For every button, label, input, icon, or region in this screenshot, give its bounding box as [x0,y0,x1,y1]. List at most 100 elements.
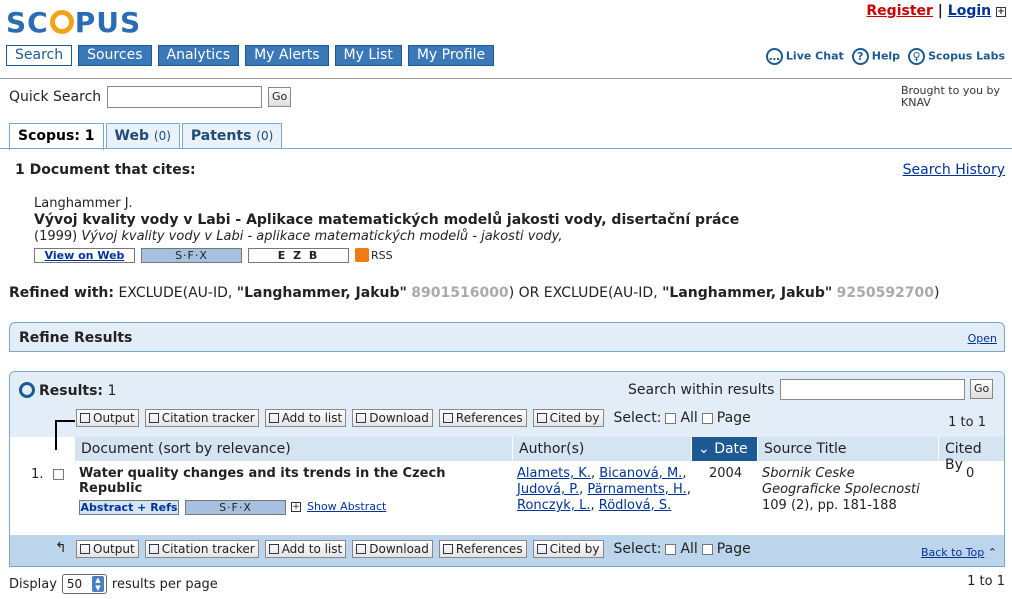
output-button[interactable]: Output [76,540,139,558]
arrow-up-icon: ↰ [55,540,67,556]
references-button[interactable]: References [438,409,527,427]
row-number: 1. [31,467,44,482]
row-authors: Alamets, K., Bicanová, M., Judová, P., P… [517,466,691,513]
references-icon [442,413,453,423]
select-all-checkbox[interactable] [665,412,677,424]
search-within-label: Search within results [628,382,775,398]
nav-sources[interactable]: Sources [78,45,152,66]
scopus-logo: SC PUS [6,6,142,39]
result-tabs: Scopus: 1 Web (0) Patents (0) [9,123,283,150]
download-button[interactable]: Download [352,540,433,558]
tracker-icon [148,413,159,423]
output-button[interactable]: Output [76,409,139,427]
tab-patents[interactable]: Patents (0) [181,123,283,149]
display-per-page: Display 50 ▲ ▼ results per page [9,574,218,594]
chat-icon: … [765,48,783,65]
view-on-web-button[interactable]: View on Web [34,248,135,263]
sfx-button[interactable]: S·F·X [141,248,242,263]
col-authors[interactable]: Author(s) [512,437,691,461]
author-link[interactable]: Judová, P. [517,482,579,497]
row-title[interactable]: Water quality changes and its trends in … [79,466,509,496]
row-source: Sbornik Ceske Geograficke Spolecnosti 109… [762,466,920,513]
row-date: 2004 [709,466,743,481]
citation-tracker-button[interactable]: Citation tracker [144,409,259,427]
nav-my-list[interactable]: My List [334,45,402,66]
tab-divider [0,148,1012,149]
arrow-down-icon [55,420,57,450]
download-button[interactable]: Download [352,409,433,427]
results-column-header: Document (sort by relevance) Author(s) ⌄… [75,437,1004,473]
col-cited-by[interactable]: Cited By [938,437,1004,473]
per-page-select[interactable]: 50 ▲ ▼ [61,574,107,594]
col-source[interactable]: Source Title [757,437,938,461]
nav-my-alerts[interactable]: My Alerts [245,45,329,66]
expand-icon[interactable]: + [996,7,1006,17]
results-toolbar-bottom: Output Citation tracker Add to list Down… [76,540,751,558]
add-icon [268,413,279,423]
header-divider [0,78,1012,79]
search-within-go-button[interactable]: Go [970,379,994,399]
select-all-checkbox[interactable] [665,543,677,555]
help-links: … Live Chat ? Help ♀ Scopus Labs [765,48,1005,65]
range-bottom: 1 to 1 [967,574,1005,589]
author-link[interactable]: Bicanová, M. [599,466,682,481]
institution-text: Brought to you by KNAV [901,84,1001,109]
nav-search[interactable]: Search [6,45,73,66]
select-page-checkbox[interactable] [701,412,713,424]
cited-by-button[interactable]: Cited by [532,409,604,427]
refine-results-title: Refine Results [19,330,133,346]
author-link[interactable]: Pärnaments, H. [587,482,686,497]
cited-by-icon [536,544,547,554]
add-to-list-button[interactable]: Add to list [264,409,347,427]
citation-tracker-button[interactable]: Citation tracker [144,540,259,558]
output-icon [80,544,90,554]
cited-source: (1999) Vývoj kvality vody v Labi - aplik… [34,229,563,244]
refine-open-link[interactable]: Open [968,332,997,345]
cites-heading: 1 Document that cites: [15,162,196,178]
abstract-refs-button[interactable]: Abstract + Refs [79,500,179,515]
row-cited-count: 0 [966,466,975,481]
rss-link[interactable]: RSS [355,248,393,262]
results-toolbar-top: Output Citation tracker Add to list Down… [76,409,751,427]
quick-search-go-button[interactable]: Go [268,87,292,107]
quick-search-input[interactable] [107,86,262,108]
main-nav: Search Sources Analytics My Alerts My Li… [6,45,495,66]
col-date[interactable]: ⌄ Date [691,437,757,461]
cited-author: Langhammer J. [34,196,133,211]
col-document[interactable]: Document (sort by relevance) [75,437,512,461]
spinner-icon: ▲ ▼ [91,576,104,592]
live-chat-link[interactable]: … Live Chat [765,48,844,65]
references-icon [442,544,453,554]
login-link[interactable]: Login [948,3,991,19]
author-link[interactable]: Alamets, K. [517,466,591,481]
expand-abstract-icon[interactable]: + [291,502,301,512]
tab-web[interactable]: Web (0) [105,123,180,149]
download-icon [356,544,367,554]
tab-scopus[interactable]: Scopus: 1 [9,123,104,150]
ezb-button[interactable]: E Z B [248,248,349,263]
author-link[interactable]: Rödlová, S. [599,498,672,513]
author-link[interactable]: Ronczyk, L. [517,498,590,513]
cited-title: Vývoj kvality vody v Labi - Aplikace mat… [34,212,740,228]
search-history-link[interactable]: Search History [903,162,1005,178]
cited-by-button[interactable]: Cited by [532,540,604,558]
refined-with: Refined with: EXCLUDE(AU-ID, "Langhammer… [9,285,940,301]
scopus-labs-link[interactable]: ♀ Scopus Labs [908,48,1005,65]
refine-results-panel: Refine Results Open [9,322,1005,352]
nav-my-profile[interactable]: My Profile [407,45,495,66]
download-icon [356,413,367,423]
add-icon [268,544,279,554]
select-page-checkbox[interactable] [701,543,713,555]
row-checkbox[interactable] [53,469,64,480]
quick-search-label: Quick Search [9,89,102,105]
register-link[interactable]: Register [866,3,933,19]
search-within-input[interactable] [780,379,965,400]
back-to-top[interactable]: Back to Top ⌃ [921,546,997,559]
add-to-list-button[interactable]: Add to list [264,540,347,558]
show-abstract-link[interactable]: Show Abstract [307,500,386,513]
references-button[interactable]: References [438,540,527,558]
row-sfx-button[interactable]: S·F·X [185,500,286,515]
nav-analytics[interactable]: Analytics [157,45,240,66]
help-link[interactable]: ? Help [851,48,900,65]
tracker-icon [148,544,159,554]
